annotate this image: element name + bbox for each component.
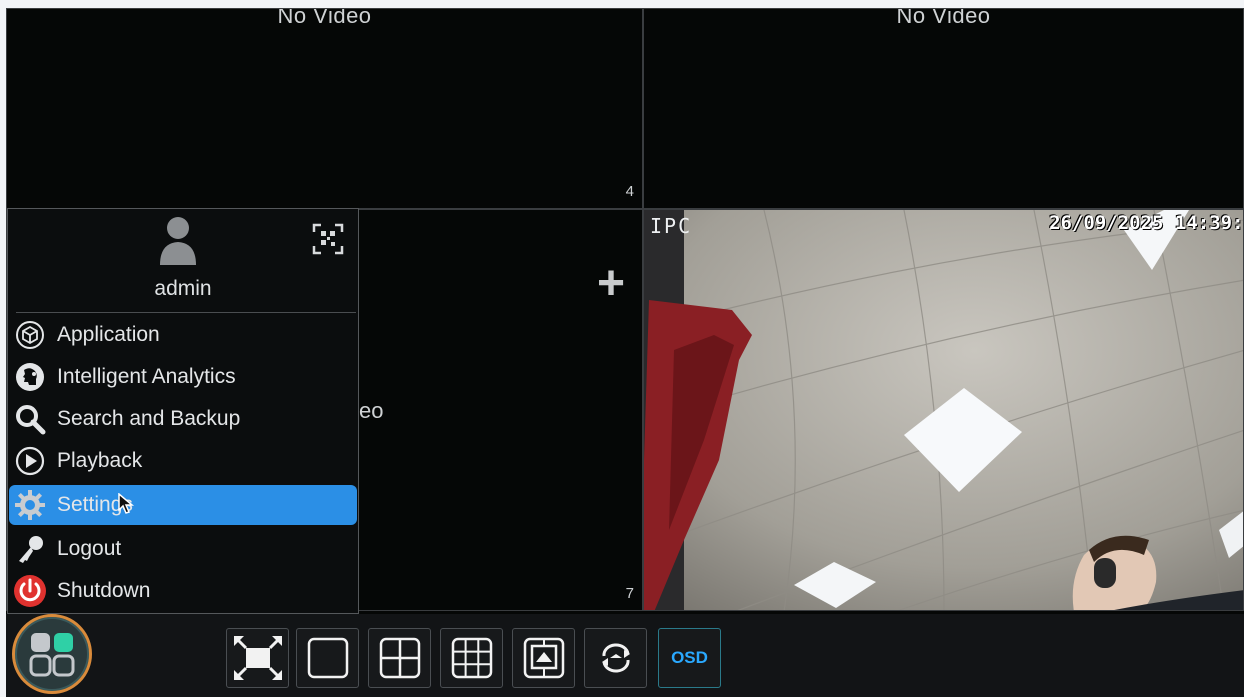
add-camera-icon[interactable]: + [597,260,625,308]
camera-name-overlay: IPC [650,214,693,238]
menu-divider [16,312,356,313]
quad-layout-icon [379,637,420,679]
start-menu-button[interactable] [12,614,92,694]
menu-item-intelligent-analytics[interactable]: Intelligent Analytics [9,357,357,397]
menu-item-shutdown[interactable]: Shutdown [9,571,357,611]
single-view-button[interactable] [296,628,359,688]
custom-layout-button[interactable] [512,628,575,688]
username-label: admin [154,277,212,300]
key-icon [11,530,49,568]
menu-item-label: Shutdown [57,579,151,602]
start-menu: admin Application Intelligent Analytics [7,208,359,614]
sequence-button[interactable] [584,628,647,688]
mouse-cursor-icon [118,493,135,514]
quad-view-button[interactable] [368,628,431,688]
power-icon [11,572,49,610]
osd-label: OSD [671,648,708,667]
menu-user-section: admin [8,209,358,313]
nine-layout-icon [451,637,492,679]
channel-number: 4 [625,183,634,200]
single-layout-icon [307,637,348,679]
bottom-toolbar: OSD [6,614,1244,697]
no-video-label: eo [359,398,384,423]
menu-item-label: Intelligent Analytics [57,365,236,388]
no-video-label: No Video [277,8,372,28]
face-analytics-icon [11,358,49,396]
fullscreen-icon [233,636,282,680]
menu-item-playback[interactable]: Playback [9,441,357,481]
camera-tile-ipc[interactable]: IPC 26/09/2025 14:39:2 [643,209,1244,611]
user-avatar-icon [160,217,196,265]
grid-apps-icon [29,633,75,677]
cube-icon [11,316,49,354]
menu-item-label: Logout [57,537,122,560]
search-icon [11,400,49,438]
gear-icon [11,486,49,524]
camera-feed-image [644,210,1243,610]
menu-item-logout[interactable]: Logout [9,529,357,569]
menu-item-application[interactable]: Application [9,315,357,355]
menu-item-label: Application [57,323,160,346]
camera-timestamp-overlay: 26/09/2025 14:39:2 [1049,212,1244,234]
play-icon [11,442,49,480]
custom-layout-icon [523,637,564,679]
menu-item-label: Playback [57,449,143,472]
camera-tile-5[interactable]: No Video [643,8,1244,209]
no-video-label: No Video [896,8,991,28]
menu-item-settings[interactable]: Settings [9,485,357,525]
menu-item-label: Search and Backup [57,407,241,430]
osd-toggle-button[interactable]: OSD [658,628,721,688]
qr-code-icon[interactable] [312,223,344,255]
menu-item-search-and-backup[interactable]: Search and Backup [9,399,357,439]
camera-tile-4[interactable]: No Video 4 [6,8,643,209]
cycle-icon [601,643,630,673]
nine-view-button[interactable] [440,628,503,688]
fullscreen-button[interactable] [226,628,289,688]
channel-number: 7 [625,585,634,602]
